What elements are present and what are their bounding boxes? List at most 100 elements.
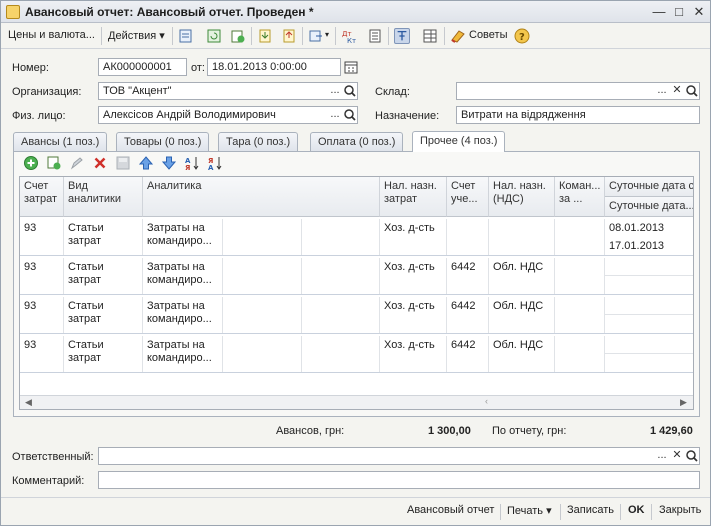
horizontal-scrollbar[interactable]: ◀ ‹ ▶: [20, 395, 693, 409]
purpose-field[interactable]: Витрати на вiдрядження: [456, 106, 700, 124]
column-header-analytics[interactable]: Аналитика: [143, 177, 380, 217]
column-header-kind[interactable]: Вид аналитики: [64, 177, 143, 217]
clear-document-icon[interactable]: [281, 28, 297, 44]
table-cell-kind[interactable]: Статьи затрат: [64, 297, 143, 333]
actions-menu-button[interactable]: Действия ▾: [108, 29, 165, 42]
table-cell-analytics-2[interactable]: [223, 336, 302, 372]
table-cell-trip[interactable]: [555, 219, 605, 255]
ellipsis-icon[interactable]: ...: [328, 107, 342, 123]
end-edit-icon[interactable]: [115, 155, 131, 171]
fill-document-icon[interactable]: [257, 28, 273, 44]
table-cell-account[interactable]: 93: [20, 297, 64, 333]
copy-document-icon[interactable]: [230, 28, 246, 44]
table-cell-tax-vat[interactable]: Обл. НДС: [489, 258, 555, 294]
delete-row-icon[interactable]: [92, 155, 108, 171]
search-icon[interactable]: [685, 83, 699, 99]
table-cell-analytics[interactable]: Затраты на командиро...: [143, 297, 223, 333]
ok-button[interactable]: OK: [628, 504, 645, 516]
table-cell-analytics-2[interactable]: [223, 297, 302, 333]
table-cell-kind[interactable]: Статьи затрат: [64, 336, 143, 372]
table-cell-date-from[interactable]: [605, 258, 693, 276]
table-cell-tax-purpose[interactable]: Хоз. д-сть: [380, 297, 447, 333]
structure-toggle-icon[interactable]: [394, 28, 410, 44]
column-header-account[interactable]: Счет затрат: [20, 177, 64, 217]
table-cell-trip[interactable]: [555, 336, 605, 372]
table-cell-analytics-3[interactable]: [302, 336, 380, 372]
maximize-icon[interactable]: □: [671, 4, 687, 20]
table-cell-analytics-2[interactable]: [223, 219, 302, 255]
advance-report-print-button[interactable]: Авансовый отчет: [407, 504, 494, 516]
table-cell-date-from[interactable]: [605, 336, 693, 354]
column-header-tax-purpose[interactable]: Нал. назн. затрат: [380, 177, 447, 217]
search-icon[interactable]: [343, 107, 357, 123]
post-document-icon[interactable]: [178, 28, 194, 44]
table-cell-date-to[interactable]: [605, 276, 693, 294]
table-cell-tax-vat[interactable]: Обл. НДС: [489, 297, 555, 333]
edit-row-icon[interactable]: [69, 155, 85, 171]
close-button[interactable]: Закрыть: [659, 504, 701, 516]
advice-button[interactable]: Советы: [469, 29, 507, 41]
comment-field[interactable]: [98, 471, 700, 489]
clear-icon[interactable]: ✕: [670, 83, 684, 99]
table-cell-account2[interactable]: 6442: [447, 258, 489, 294]
clear-icon[interactable]: ✕: [670, 448, 684, 464]
table-cell-analytics[interactable]: Затраты на командиро...: [143, 336, 223, 372]
tab-goods[interactable]: Товары (0 поз.): [116, 132, 210, 151]
table-cell-date-to[interactable]: 17.01.2013: [605, 237, 693, 255]
advice-icon[interactable]: [450, 28, 466, 44]
table-cell-tax-vat[interactable]: Обл. НДС: [489, 336, 555, 372]
table-cell-account2[interactable]: [447, 219, 489, 255]
scroll-left-icon[interactable]: ◀: [25, 397, 32, 408]
column-header-account2[interactable]: Счет уче...: [447, 177, 489, 217]
table-cell-analytics-3[interactable]: [302, 219, 380, 255]
tab-payment[interactable]: Оплата (0 поз.): [310, 132, 404, 151]
table-cell-trip[interactable]: [555, 297, 605, 333]
table-cell-date-from[interactable]: [605, 297, 693, 315]
table-cell-tax-purpose[interactable]: Хоз. д-сть: [380, 219, 447, 255]
add-row-icon[interactable]: [23, 155, 39, 171]
tab-advances[interactable]: Авансы (1 поз.): [13, 132, 108, 151]
calendar-icon[interactable]: [344, 59, 358, 75]
table-cell-tax-vat[interactable]: [489, 219, 555, 255]
ellipsis-icon[interactable]: ...: [328, 83, 342, 99]
table-cell-trip[interactable]: [555, 258, 605, 294]
based-on-icon[interactable]: [308, 28, 324, 44]
table-cell-kind[interactable]: Статьи затрат: [64, 258, 143, 294]
table-cell-analytics-3[interactable]: [302, 258, 380, 294]
sort-ascending-icon[interactable]: АЯ: [184, 155, 200, 171]
report-list-icon[interactable]: [367, 28, 383, 44]
ellipsis-icon[interactable]: ...: [655, 448, 669, 464]
refresh-icon[interactable]: [206, 28, 222, 44]
sort-descending-icon[interactable]: ЯА: [207, 155, 223, 171]
table-cell-analytics[interactable]: Затраты на командиро...: [143, 258, 223, 294]
table-cell-analytics-2[interactable]: [223, 258, 302, 294]
prices-currency-button[interactable]: Цены и валюта...: [8, 29, 95, 41]
table-cell-tax-purpose[interactable]: Хоз. д-сть: [380, 258, 447, 294]
column-header-tax-vat[interactable]: Нал. назн. (НДС): [489, 177, 555, 217]
help-icon[interactable]: ?: [514, 28, 530, 44]
organization-field[interactable]: ТОВ "Акцент": [98, 82, 358, 100]
search-icon[interactable]: [685, 448, 699, 464]
table-cell-account2[interactable]: 6442: [447, 336, 489, 372]
table-cell-account[interactable]: 93: [20, 336, 64, 372]
tab-containers[interactable]: Тара (0 поз.): [218, 132, 299, 151]
chevron-down-icon[interactable]: ▾: [325, 30, 329, 39]
print-menu-button[interactable]: Печать ▾: [507, 504, 552, 517]
table-cell-date-from[interactable]: 08.01.2013: [605, 219, 693, 237]
table-cell-tax-purpose[interactable]: Хоз. д-сть: [380, 336, 447, 372]
scroll-thumb-grip-icon[interactable]: ‹: [485, 396, 488, 406]
search-icon[interactable]: [343, 83, 357, 99]
scroll-right-icon[interactable]: ▶: [680, 397, 687, 408]
column-header-per-diem-from[interactable]: Суточные дата с: [605, 177, 693, 197]
table-cell-date-to[interactable]: [605, 354, 693, 372]
move-up-icon[interactable]: [138, 155, 154, 171]
ellipsis-icon[interactable]: ...: [655, 83, 669, 99]
table-cell-analytics-3[interactable]: [302, 297, 380, 333]
move-down-icon[interactable]: [161, 155, 177, 171]
column-header-trip[interactable]: Коман... за ...: [555, 177, 605, 217]
copy-row-icon[interactable]: [46, 155, 62, 171]
minimize-icon[interactable]: —: [651, 4, 667, 20]
number-field[interactable]: АК000000001: [98, 58, 187, 76]
table-cell-kind[interactable]: Статьи затрат: [64, 219, 143, 255]
table-cell-account[interactable]: 93: [20, 258, 64, 294]
